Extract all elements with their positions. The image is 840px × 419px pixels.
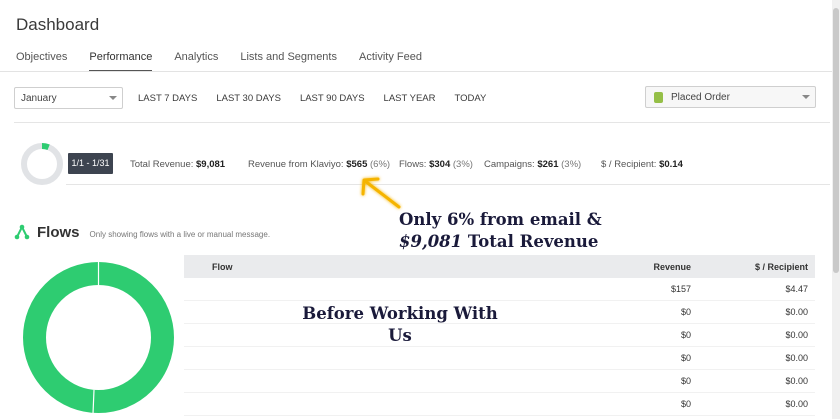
stat-per-recipient: $ / Recipient: $0.14 [601, 159, 683, 170]
dashboard-tabs: Objectives Performance Analytics Lists a… [16, 49, 444, 72]
flows-icon [14, 224, 30, 240]
scrollbar-thumb[interactable] [833, 8, 839, 273]
col-revenue[interactable]: Revenue [653, 262, 691, 272]
stat-label: Total Revenue: [130, 159, 194, 170]
table-row[interactable]: $0 $0.00 [184, 347, 815, 370]
donut-track [21, 143, 63, 185]
flows-title: Flows [37, 224, 80, 241]
tab-lists-and-segments[interactable]: Lists and Segments [240, 49, 337, 72]
month-select-value: January [21, 93, 57, 104]
month-select[interactable]: January [14, 87, 123, 109]
donut-ring [23, 262, 174, 413]
stat-percent: (3%) [561, 159, 582, 170]
stat-percent: (6%) [370, 159, 391, 170]
stat-label: $ / Recipient: [601, 159, 657, 170]
shopify-bag-icon [654, 92, 663, 103]
col-per-recipient[interactable]: $ / Recipient [755, 262, 808, 272]
metric-select[interactable]: Placed Order [645, 86, 816, 108]
stat-label: Campaigns: [484, 159, 535, 170]
stat-percent: (3%) [452, 159, 473, 170]
cell-revenue: $0 [680, 399, 691, 409]
cell-revenue: $0 [680, 307, 691, 317]
callout-rest: Total Revenue [467, 232, 599, 251]
tabs-divider [0, 71, 832, 72]
range-today[interactable]: TODAY [454, 93, 486, 104]
summary-divider [66, 184, 830, 185]
metric-select-value: Placed Order [671, 92, 730, 103]
stat-label: Flows: [399, 159, 427, 170]
flows-revenue-donut [23, 261, 174, 414]
filters-divider [14, 122, 830, 123]
tab-activity-feed[interactable]: Activity Feed [359, 49, 422, 72]
tab-objectives[interactable]: Objectives [16, 49, 67, 72]
callout-amount: $9,081 [399, 232, 463, 251]
chevron-down-icon [109, 96, 117, 100]
callout-line-2: $9,081 Total Revenue [399, 231, 602, 253]
revenue-share-donut [21, 143, 63, 185]
range-last-7-days[interactable]: LAST 7 DAYS [138, 93, 197, 104]
table-row[interactable]: $0 $0.00 [184, 370, 815, 393]
revenue-callout: Only 6% from email & $9,081 Total Revenu… [399, 209, 602, 253]
stat-klaviyo-revenue: Revenue from Klaviyo: $565 (6%) [248, 159, 390, 170]
flows-note: Only showing flows with a live or manual… [89, 230, 271, 239]
stat-value: $0.14 [659, 159, 683, 170]
before-working-with-us-text: Before Working With Us [302, 304, 498, 345]
date-range-links: LAST 7 DAYS LAST 30 DAYS LAST 90 DAYS LA… [138, 93, 505, 104]
cell-revenue: $0 [680, 330, 691, 340]
cell-per-recipient: $4.47 [785, 284, 808, 294]
page-title: Dashboard [16, 15, 100, 34]
range-last-year[interactable]: LAST YEAR [384, 93, 436, 104]
range-last-30-days[interactable]: LAST 30 DAYS [216, 93, 281, 104]
cell-per-recipient: $0.00 [785, 330, 808, 340]
range-last-90-days[interactable]: LAST 90 DAYS [300, 93, 365, 104]
stat-flows-revenue: Flows: $304 (3%) [399, 159, 473, 170]
callout-line-1: Only 6% from email & [399, 210, 602, 229]
tab-performance[interactable]: Performance [89, 49, 153, 72]
cell-revenue: $0 [680, 376, 691, 386]
stat-value: $304 [429, 159, 451, 170]
stat-campaigns-revenue: Campaigns: $261 (3%) [484, 159, 581, 170]
stat-total-revenue: Total Revenue: $9,081 [130, 159, 225, 170]
chevron-down-icon [802, 95, 810, 99]
stat-value: $261 [537, 159, 559, 170]
stat-label: Revenue from Klaviyo: [248, 159, 344, 170]
tab-analytics[interactable]: Analytics [174, 49, 218, 72]
table-row[interactable]: $157 $4.47 [184, 278, 815, 301]
stat-value: $565 [346, 159, 368, 170]
cell-per-recipient: $0.00 [785, 376, 808, 386]
col-flow[interactable]: Flow [212, 262, 233, 272]
cell-per-recipient: $0.00 [785, 353, 808, 363]
cell-per-recipient: $0.00 [785, 399, 808, 409]
stat-value: $9,081 [196, 159, 226, 170]
flows-table-header: Flow Revenue $ / Recipient [184, 255, 815, 278]
cell-revenue: $0 [680, 353, 691, 363]
table-row[interactable]: $0 $0.00 [184, 393, 815, 416]
pointer-arrow-icon [361, 177, 401, 209]
cell-per-recipient: $0.00 [785, 307, 808, 317]
cell-revenue: $157 [670, 284, 691, 294]
flows-section-header: Flows Only showing flows with a live or … [14, 221, 270, 241]
date-range-chip: 1/1 - 1/31 [68, 153, 113, 174]
